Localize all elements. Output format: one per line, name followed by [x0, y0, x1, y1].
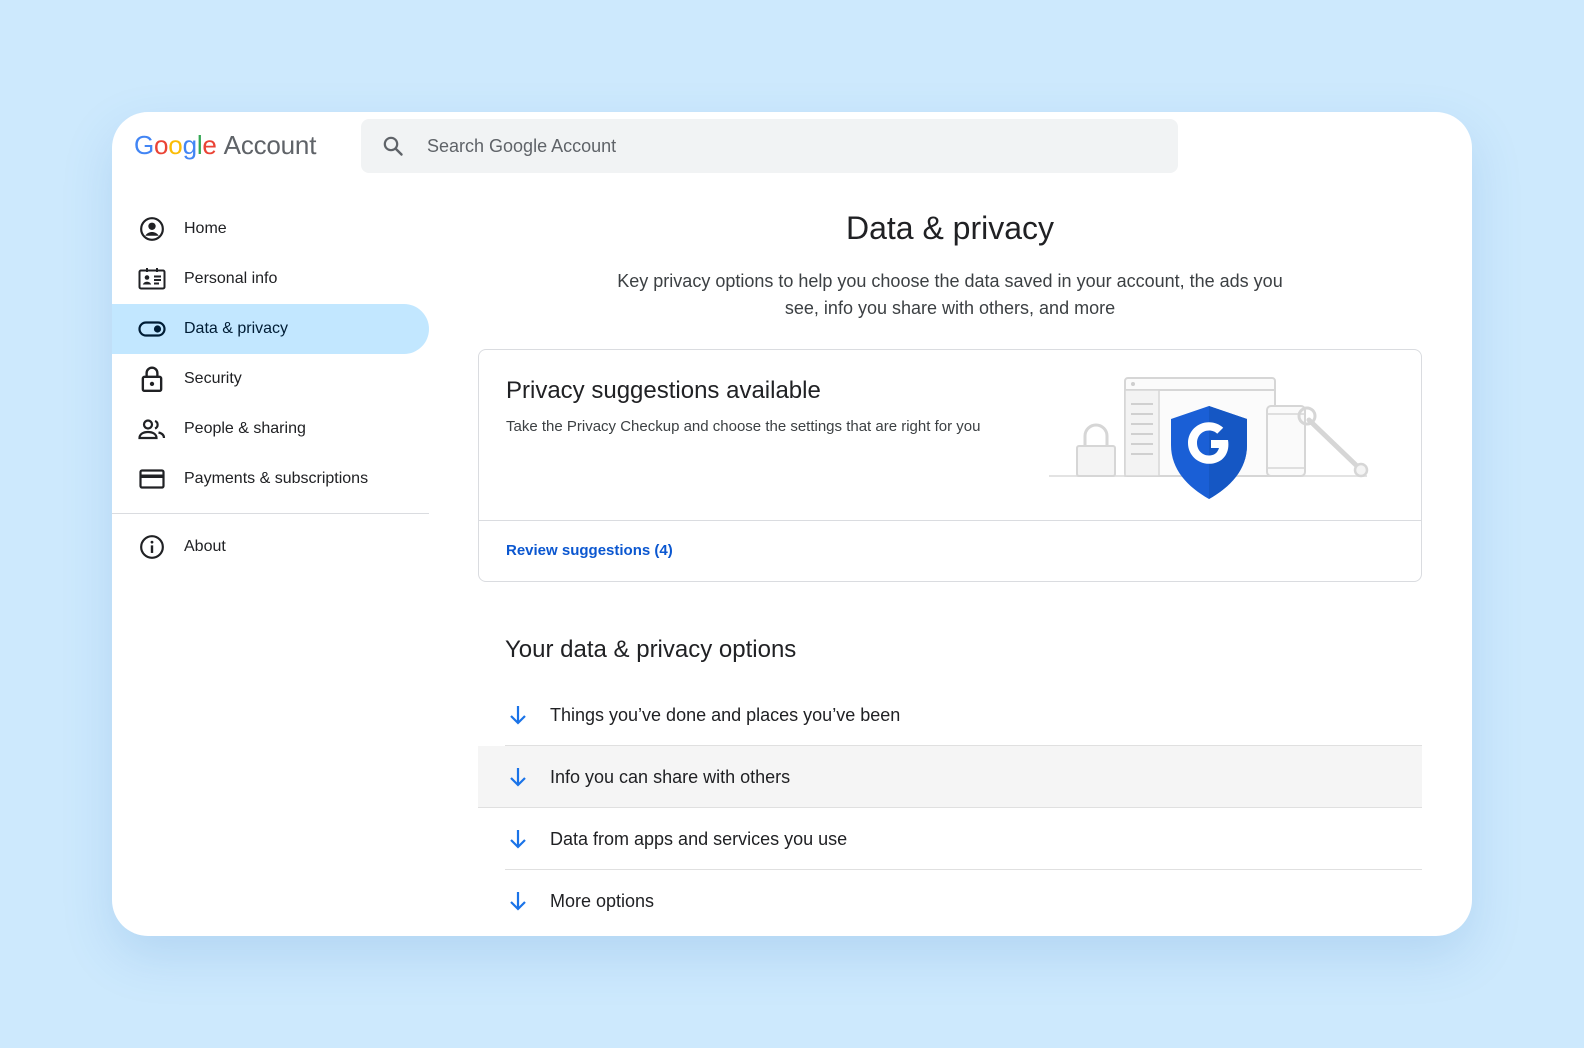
brand-letter: e [202, 130, 217, 160]
page-subtitle: Key privacy options to help you choose t… [617, 271, 1283, 319]
arrow-down-icon [510, 830, 526, 849]
brand-letter: G [134, 130, 155, 160]
brand-letter: g [182, 130, 197, 160]
main-content: Data & privacy Key privacy options to he… [478, 204, 1422, 932]
sidebar-item-payments[interactable]: Payments & subscriptions [112, 454, 429, 504]
search-input[interactable] [425, 134, 1129, 158]
arrow-down-icon [510, 768, 526, 787]
people-icon [138, 415, 166, 443]
option-apps-services-data[interactable]: Data from apps and services you use [478, 808, 1422, 871]
sidebar-item-label: People & sharing [184, 420, 306, 437]
sidebar-item-data-privacy[interactable]: Data & privacy [112, 304, 429, 354]
card-divider [479, 520, 1421, 522]
option-label: More options [550, 890, 655, 911]
search-icon[interactable] [381, 134, 405, 158]
sidebar-item-label: Payments & subscriptions [184, 470, 369, 487]
brand-letter: o [154, 130, 169, 160]
privacy-options-list: Things you’ve done and places you’ve bee… [478, 684, 1422, 932]
google-shield-illustration [1049, 377, 1369, 500]
brand-letter: o [168, 130, 183, 160]
sidebar-item-label: Home [184, 220, 227, 237]
google-account-logo[interactable]: Google Account [134, 130, 316, 166]
credit-card-icon [138, 465, 166, 493]
sidebar-item-about[interactable]: About [112, 522, 429, 572]
review-suggestions-link[interactable]: Review suggestions (4) [506, 542, 673, 559]
card-description: Take the Privacy Checkup and choose the … [506, 418, 981, 436]
sidebar-item-label: Data & privacy [184, 320, 289, 337]
option-label: Data from apps and services you use [550, 828, 848, 849]
sidebar-item-personal-info[interactable]: Personal info [112, 254, 429, 304]
account-window: Google Account Home [112, 112, 1472, 936]
sidebar-item-security[interactable]: Security [112, 354, 429, 404]
info-icon [138, 533, 166, 561]
options-section-title: Your data & privacy options [505, 636, 797, 664]
sidebar-item-label: Security [184, 370, 242, 387]
card-title: Privacy suggestions available [506, 377, 821, 405]
option-label: Info you can share with others [550, 766, 791, 787]
account-wordmark: Account [223, 130, 317, 160]
toggle-icon [138, 315, 166, 343]
sidebar-divider [112, 513, 429, 514]
option-more-options[interactable]: More options [478, 870, 1422, 932]
page-title: Data & privacy [845, 210, 1055, 246]
option-label: Things you’ve done and places you’ve bee… [550, 704, 901, 725]
sidebar-item-label: Personal info [184, 270, 278, 287]
google-wordmark: Google [134, 130, 217, 161]
sidebar-item-label: About [184, 538, 226, 555]
sidebar-nav: Home Personal info Data & privacy Securi… [112, 204, 429, 572]
lock-icon [138, 365, 166, 393]
account-circle-icon [138, 215, 166, 243]
sidebar-item-home[interactable]: Home [112, 204, 429, 254]
option-activity-locations[interactable]: Things you’ve done and places you’ve bee… [478, 684, 1422, 747]
arrow-down-icon [510, 892, 526, 911]
id-card-icon [138, 265, 166, 293]
privacy-suggestions-card: Privacy suggestions available Take the P… [478, 349, 1422, 583]
option-info-share[interactable]: Info you can share with others [478, 746, 1422, 809]
search-bar[interactable] [361, 119, 1178, 173]
arrow-down-icon [510, 706, 526, 725]
sidebar-item-people-sharing[interactable]: People & sharing [112, 404, 429, 454]
